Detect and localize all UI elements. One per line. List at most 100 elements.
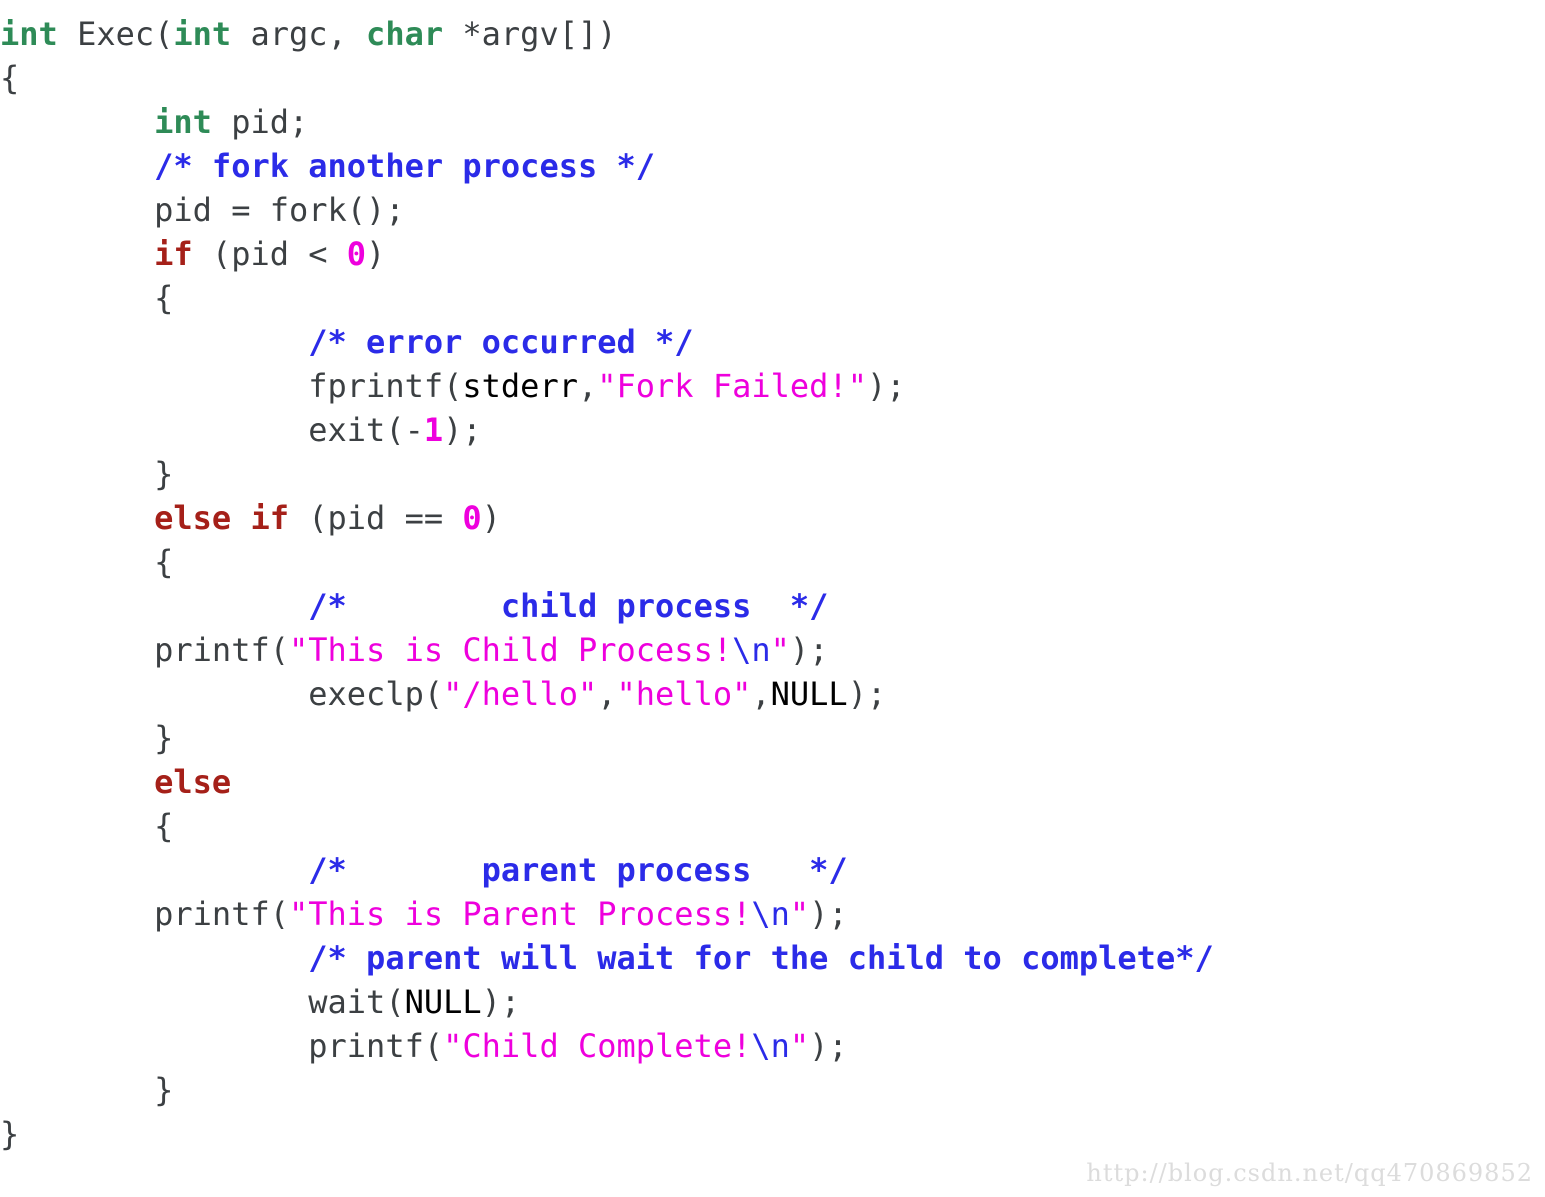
- code-token-plain: ,: [597, 675, 617, 713]
- watermark-url: http://blog.csdn.net/qq470869852: [1086, 1159, 1533, 1187]
- code-token-constant: NULL: [404, 983, 482, 1021]
- code-token-plain: );: [481, 983, 521, 1021]
- code-token-plain: pid;: [211, 103, 309, 141]
- code-line: else if (pid == 0): [0, 496, 1545, 540]
- code-token-keyword: int: [0, 15, 58, 53]
- code-token-escape: \n: [751, 895, 790, 933]
- code-token-plain: );: [789, 631, 829, 669]
- code-token-string: "Fork Failed!": [597, 367, 867, 405]
- code-token-plain: );: [847, 675, 887, 713]
- code-token-number: 0: [462, 499, 482, 537]
- code-token-keyword: int: [154, 103, 212, 141]
- code-line: {: [0, 276, 1545, 320]
- code-line: {: [0, 804, 1545, 848]
- code-token-comment: /* fork another process */: [154, 147, 656, 185]
- code-token-plain: );: [866, 367, 906, 405]
- code-token-comment: /* parent process */: [308, 851, 848, 889]
- code-token-plain: fprintf(: [308, 367, 463, 405]
- code-line: printf("This is Child Process!\n");: [0, 628, 1545, 672]
- code-token-plain: ): [366, 235, 386, 273]
- code-token-plain: {: [0, 59, 20, 97]
- code-token-keyword: char: [366, 15, 444, 53]
- code-token-string: "Child Complete!: [443, 1027, 752, 1065]
- code-token-string: ": [789, 895, 810, 933]
- code-line: wait(NULL);: [0, 980, 1545, 1024]
- code-token-number: 0: [346, 235, 367, 273]
- code-token-comment: /* child process */: [308, 587, 829, 625]
- code-token-plain: printf(: [308, 1027, 444, 1065]
- code-token-escape: \n: [751, 1027, 790, 1065]
- code-token-plain: }: [0, 1115, 20, 1153]
- code-line: }: [0, 1112, 1545, 1156]
- code-token-control: if: [154, 235, 193, 273]
- code-token-plain: {: [154, 807, 174, 845]
- code-line: {: [0, 540, 1545, 584]
- code-token-plain: }: [154, 719, 174, 757]
- code-token-plain: }: [154, 1071, 174, 1109]
- code-line: {: [0, 56, 1545, 100]
- code-token-plain: Exec(: [57, 15, 174, 53]
- code-token-comment: /* parent will wait for the child to com…: [308, 939, 1214, 977]
- code-token-constant: stderr: [462, 367, 578, 405]
- code-token-plain: (pid <: [192, 235, 347, 273]
- code-token-plain: {: [154, 543, 174, 581]
- code-line: printf("This is Parent Process!\n");: [0, 892, 1545, 936]
- code-line: int pid;: [0, 100, 1545, 144]
- code-token-plain: }: [154, 455, 174, 493]
- code-token-constant: NULL: [770, 675, 848, 713]
- code-line: /* fork another process */: [0, 144, 1545, 188]
- code-token-plain: execlp(: [308, 675, 444, 713]
- code-line: /* error occurred */: [0, 320, 1545, 364]
- code-listing: int Exec(int argc, char *argv[]){ int pi…: [0, 0, 1545, 1156]
- code-line: /* parent will wait for the child to com…: [0, 936, 1545, 980]
- code-token-string: ": [789, 1027, 810, 1065]
- code-token-plain: printf(: [154, 895, 289, 933]
- code-token-number: 1: [423, 411, 444, 449]
- code-token-comment: /* error occurred */: [308, 323, 694, 361]
- code-token-string: "This is Parent Process!: [288, 895, 752, 933]
- code-token-plain: );: [809, 1027, 848, 1065]
- code-line: fprintf(stderr,"Fork Failed!");: [0, 364, 1545, 408]
- code-token-plain: exit(-: [308, 411, 424, 449]
- code-token-string: "This is Child Process!: [288, 631, 733, 669]
- code-token-plain: {: [154, 279, 174, 317]
- code-token-plain: ,: [577, 367, 598, 405]
- code-token-control: else: [154, 763, 232, 801]
- code-line: else: [0, 760, 1545, 804]
- code-token-plain: );: [443, 411, 482, 449]
- code-line: pid = fork();: [0, 188, 1545, 232]
- code-line: printf("Child Complete!\n");: [0, 1024, 1545, 1068]
- code-token-plain: *argv[]): [443, 15, 617, 53]
- code-token-plain: wait(: [308, 983, 405, 1021]
- code-line: }: [0, 1068, 1545, 1112]
- code-line: int Exec(int argc, char *argv[]): [0, 12, 1545, 56]
- code-line: if (pid < 0): [0, 232, 1545, 276]
- code-token-plain: (pid ==: [288, 499, 463, 537]
- code-token-escape: \n: [732, 631, 771, 669]
- code-token-string: "hello": [616, 675, 752, 713]
- code-token-keyword: int: [173, 15, 232, 53]
- code-line: execlp("/hello","hello",NULL);: [0, 672, 1545, 716]
- code-line: }: [0, 716, 1545, 760]
- code-token-plain: ,: [751, 675, 771, 713]
- code-token-plain: printf(: [154, 631, 289, 669]
- code-token-string: ": [770, 631, 790, 669]
